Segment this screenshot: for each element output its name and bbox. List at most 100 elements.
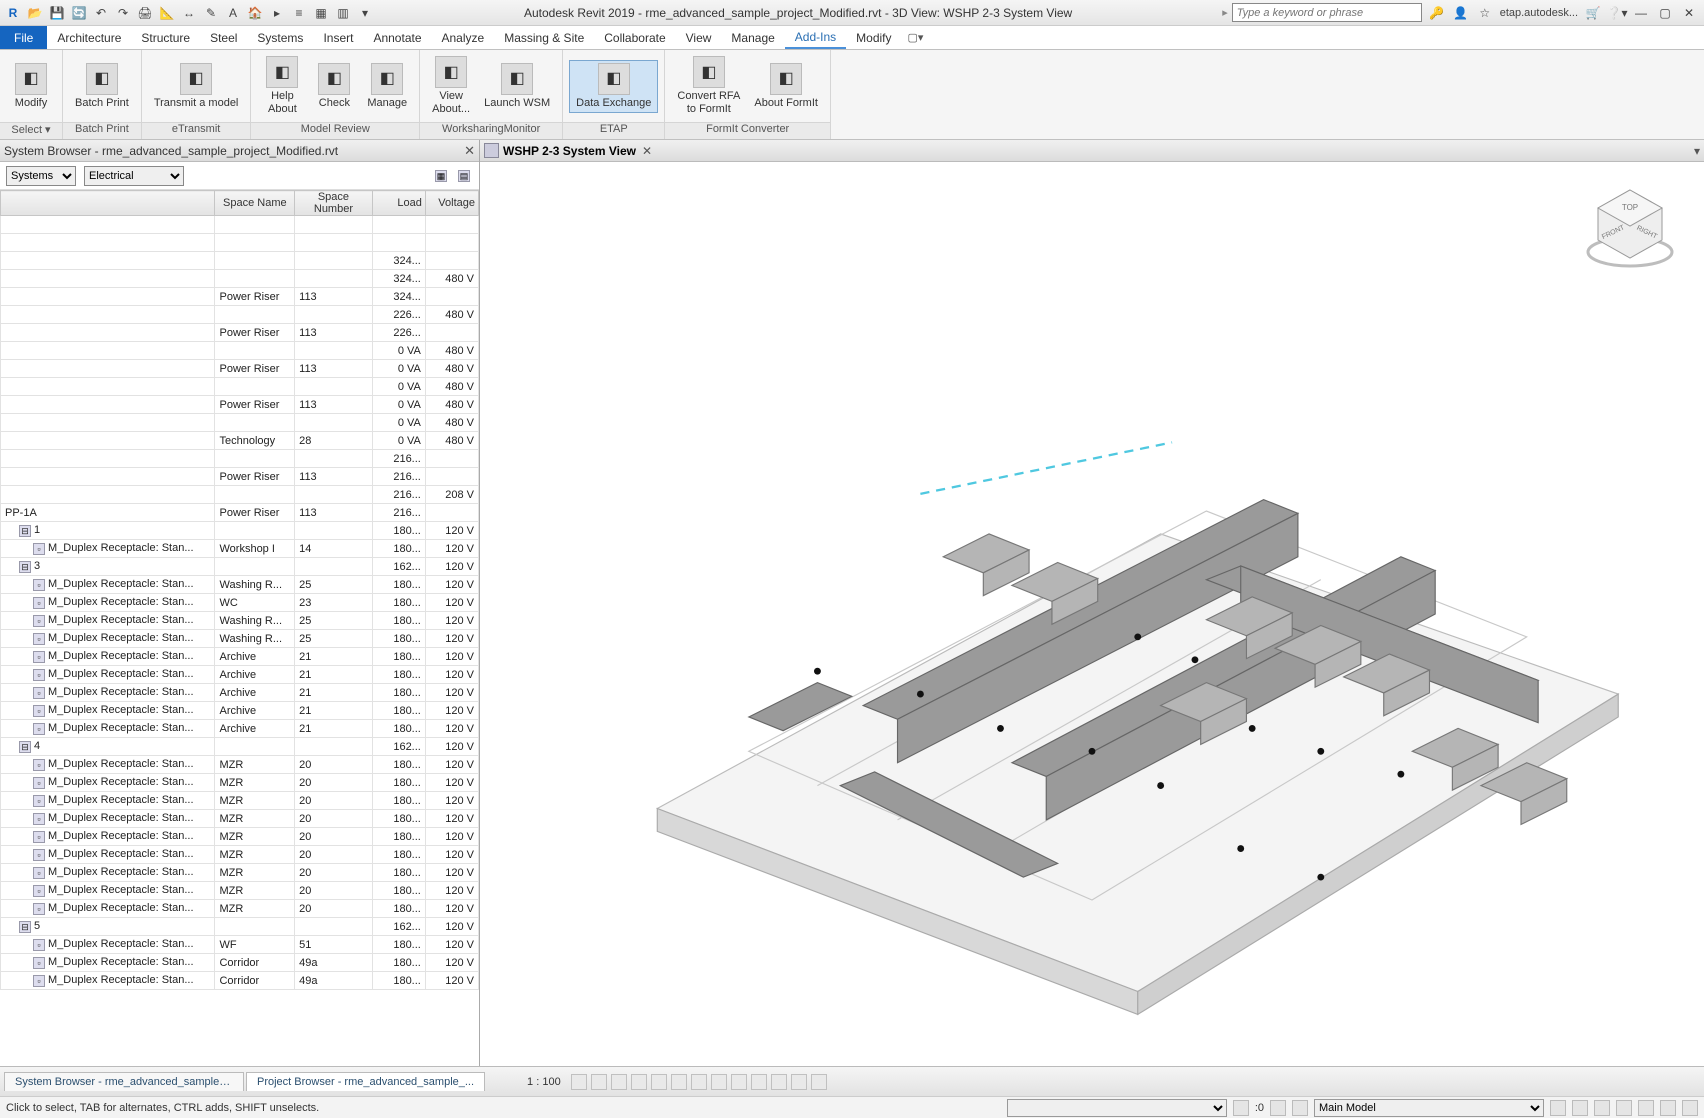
table-row[interactable]: 0 VA480 V — [1, 414, 479, 432]
open-icon[interactable]: 📂 — [26, 4, 44, 22]
temp-hide-icon[interactable] — [731, 1074, 747, 1090]
ribbon-tab-modify[interactable]: Modify — [846, 26, 901, 49]
editable-only-icon[interactable] — [1270, 1100, 1286, 1116]
design-options-icon[interactable] — [1550, 1100, 1566, 1116]
search-input[interactable] — [1232, 3, 1422, 22]
ribbon-collapse-icon[interactable]: ▢▾ — [908, 26, 924, 49]
tree-node-icon[interactable]: ▫ — [33, 543, 45, 555]
press-drag-icon[interactable] — [1233, 1100, 1249, 1116]
select-face-icon[interactable] — [1638, 1100, 1654, 1116]
table-row[interactable]: ▫M_Duplex Receptacle: Stan...Washing R..… — [1, 630, 479, 648]
worksharing-display-icon[interactable] — [771, 1074, 787, 1090]
ribbon-button-data-exchange[interactable]: ◧Data Exchange — [569, 60, 658, 113]
discipline-select[interactable]: Electrical — [84, 166, 184, 186]
table-row[interactable]: ▫M_Duplex Receptacle: Stan...MZR20180...… — [1, 774, 479, 792]
table-row[interactable]: ▫M_Duplex Receptacle: Stan...MZR20180...… — [1, 756, 479, 774]
tree-node-icon[interactable]: ⊟ — [19, 921, 31, 933]
tree-node-icon[interactable]: ▫ — [33, 705, 45, 717]
table-row[interactable]: Power Riser113226... — [1, 324, 479, 342]
column-settings-icon[interactable]: ▦ — [435, 170, 447, 182]
tree-node-icon[interactable]: ▫ — [33, 975, 45, 987]
table-row[interactable]: ⊟3162...120 V — [1, 558, 479, 576]
table-row[interactable]: Technology280 VA480 V — [1, 432, 479, 450]
signin-icon[interactable]: 👤 — [1452, 4, 1470, 22]
table-row[interactable] — [1, 216, 479, 234]
table-row[interactable]: ▫M_Duplex Receptacle: Stan...Archive2118… — [1, 702, 479, 720]
ribbon-button-launch-wsm[interactable]: ◧Launch WSM — [478, 61, 556, 112]
keyconcept-icon[interactable]: 🔑 — [1428, 4, 1446, 22]
main-model-select[interactable]: Main Model — [1314, 1099, 1544, 1117]
tree-node-icon[interactable]: ▫ — [33, 579, 45, 591]
select-links-icon[interactable] — [1572, 1100, 1588, 1116]
tree-node-icon[interactable]: ▫ — [33, 849, 45, 861]
table-row[interactable]: ▫M_Duplex Receptacle: Stan...Archive2118… — [1, 720, 479, 738]
filter-icon[interactable]: ▤ — [458, 170, 470, 182]
measure-icon[interactable]: 📐 — [158, 4, 176, 22]
drag-elements-icon[interactable] — [1660, 1100, 1676, 1116]
ribbon-button-modify[interactable]: ◧Modify — [6, 61, 56, 112]
table-row[interactable]: ▫M_Duplex Receptacle: Stan...MZR20180...… — [1, 864, 479, 882]
ribbon-button-check[interactable]: ◧Check — [309, 61, 359, 112]
table-row[interactable]: 216...208 V — [1, 486, 479, 504]
tag-icon[interactable]: ✎ — [202, 4, 220, 22]
3d-canvas[interactable]: TOP FRONT RIGHT — [480, 162, 1704, 1066]
table-row[interactable] — [1, 234, 479, 252]
ribbon-tab-analyze[interactable]: Analyze — [432, 26, 495, 49]
column-header[interactable] — [1, 191, 215, 216]
ribbon-tab-add-ins[interactable]: Add-Ins — [785, 26, 846, 49]
redo-icon[interactable]: ↷ — [114, 4, 132, 22]
default3d-icon[interactable]: 🏠 — [246, 4, 264, 22]
detail-level-icon[interactable] — [571, 1074, 587, 1090]
select-pinned-icon[interactable] — [1616, 1100, 1632, 1116]
sync-icon[interactable]: 🔄 — [70, 4, 88, 22]
worksets-icon[interactable] — [1292, 1100, 1308, 1116]
view-tab-dropdown-icon[interactable]: ▾ — [1694, 144, 1700, 158]
tree-node-icon[interactable]: ▫ — [33, 759, 45, 771]
tree-node-icon[interactable]: ▫ — [33, 651, 45, 663]
ribbon-button-about-formit[interactable]: ◧About FormIt — [748, 61, 824, 112]
tree-node-icon[interactable]: ▫ — [33, 831, 45, 843]
tree-node-icon[interactable]: ⊟ — [19, 525, 31, 537]
crop-view-icon[interactable] — [671, 1074, 687, 1090]
shadows-icon[interactable] — [631, 1074, 647, 1090]
pane-tab[interactable]: System Browser - rme_advanced_sample_... — [4, 1072, 244, 1091]
tree-node-icon[interactable]: ▫ — [33, 795, 45, 807]
qat-dropdown-icon[interactable]: ▾ — [356, 4, 374, 22]
ribbon-button-convert-rfa[interactable]: ◧Convert RFAto FormIt — [671, 54, 746, 118]
print-icon[interactable]: 🖨 — [136, 4, 154, 22]
tree-node-icon[interactable]: ▫ — [33, 903, 45, 915]
user-label[interactable]: etap.autodesk... — [1500, 4, 1578, 22]
ribbon-tab-insert[interactable]: Insert — [313, 26, 363, 49]
appstore-icon[interactable]: 🛒 — [1584, 4, 1602, 22]
ribbon-tab-view[interactable]: View — [676, 26, 722, 49]
ribbon-tab-structure[interactable]: Structure — [131, 26, 200, 49]
save-icon[interactable]: 💾 — [48, 4, 66, 22]
pane-tab[interactable]: Project Browser - rme_advanced_sample_..… — [246, 1072, 485, 1091]
table-row[interactable]: 216... — [1, 450, 479, 468]
table-row[interactable]: ▫M_Duplex Receptacle: Stan...MZR20180...… — [1, 882, 479, 900]
tree-node-icon[interactable]: ▫ — [33, 777, 45, 789]
ribbon-tab-collaborate[interactable]: Collaborate — [594, 26, 675, 49]
tree-node-icon[interactable]: ▫ — [33, 939, 45, 951]
text-icon[interactable]: A — [224, 4, 242, 22]
column-header[interactable]: Space Number — [295, 191, 373, 216]
switch-window-icon[interactable]: ▥ — [334, 4, 352, 22]
table-row[interactable]: ▫M_Duplex Receptacle: Stan...Archive2118… — [1, 684, 479, 702]
view-select[interactable]: Systems — [6, 166, 76, 186]
highlight-displacement-icon[interactable] — [811, 1074, 827, 1090]
view-tab-close-icon[interactable]: ✕ — [642, 144, 652, 158]
crop-region-icon[interactable] — [691, 1074, 707, 1090]
table-row[interactable]: ⊟1180...120 V — [1, 522, 479, 540]
table-row[interactable]: ▫M_Duplex Receptacle: Stan...MZR20180...… — [1, 900, 479, 918]
table-row[interactable]: 324... — [1, 252, 479, 270]
table-row[interactable]: 226...480 V — [1, 306, 479, 324]
sun-path-icon[interactable] — [611, 1074, 627, 1090]
ribbon-tab-systems[interactable]: Systems — [247, 26, 313, 49]
tree-node-icon[interactable]: ▫ — [33, 813, 45, 825]
table-row[interactable]: ⊟5162...120 V — [1, 918, 479, 936]
view-scale[interactable]: 1 : 100 — [527, 1076, 561, 1088]
tree-node-icon[interactable]: ⊟ — [19, 741, 31, 753]
tree-node-icon[interactable]: ▫ — [33, 669, 45, 681]
ribbon-button-view[interactable]: ◧ViewAbout... — [426, 54, 476, 118]
ribbon-button-help[interactable]: ◧HelpAbout — [257, 54, 307, 118]
